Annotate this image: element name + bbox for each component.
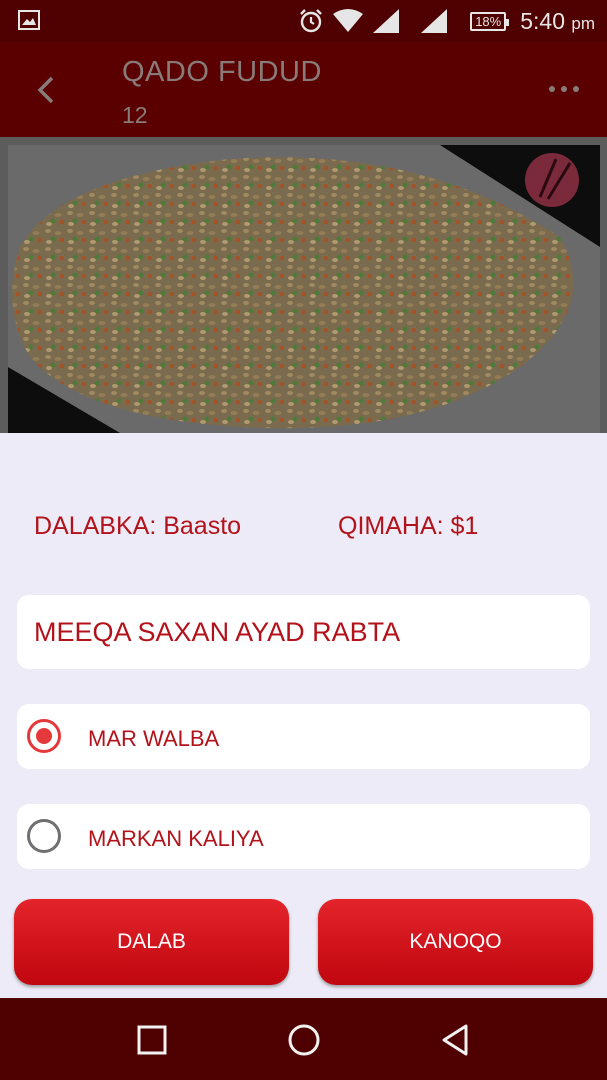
cancel-button[interactable]: KANOQO	[318, 899, 593, 985]
signal-icon	[421, 9, 448, 33]
app-bar: QADO FUDUD 12	[0, 42, 607, 137]
radio-button-selected[interactable]	[27, 719, 61, 753]
alarm-icon	[300, 9, 323, 33]
recent-apps-icon[interactable]	[132, 1020, 172, 1060]
option-label: MAR WALBA	[88, 726, 220, 751]
option-always[interactable]: MAR WALBA	[17, 704, 590, 769]
back-arrow-icon[interactable]	[28, 70, 68, 110]
navigation-bar	[0, 998, 607, 1080]
wifi-icon	[333, 9, 364, 32]
battery-level: 18%	[475, 13, 502, 29]
home-icon[interactable]	[284, 1020, 324, 1060]
fried-rice-photo	[0, 137, 607, 433]
chopsticks-logo	[525, 153, 579, 207]
page-title: QADO FUDUD	[122, 56, 322, 88]
question-text: MEEQA SAXAN AYAD RABTA	[34, 617, 401, 647]
status-bar: 18% 5:40 pm	[0, 0, 607, 42]
signal-icon	[373, 9, 400, 33]
order-item-label: DALABKA: Baasto	[34, 512, 242, 540]
back-triangle-icon[interactable]	[436, 1020, 476, 1060]
clock-time: 5:40	[520, 7, 565, 34]
option-this-time-only[interactable]: MARKAN KALIYA	[17, 804, 590, 869]
more-options-icon[interactable]	[547, 76, 581, 102]
question-card: MEEQA SAXAN AYAD RABTA	[17, 595, 590, 669]
page-subtitle: 12	[122, 102, 148, 128]
order-button[interactable]: DALAB	[14, 899, 289, 985]
clock: 5:40 pm	[520, 8, 595, 35]
gallery-icon	[18, 10, 40, 30]
status-icons: 18% 5:40 pm	[298, 6, 595, 36]
clock-ampm: pm	[571, 13, 595, 33]
option-label: MARKAN KALIYA	[88, 826, 264, 851]
order-price-label: QIMAHA: $1	[338, 512, 479, 540]
radio-button[interactable]	[27, 819, 61, 853]
battery-icon: 18%	[470, 11, 510, 31]
food-photo	[0, 137, 607, 433]
